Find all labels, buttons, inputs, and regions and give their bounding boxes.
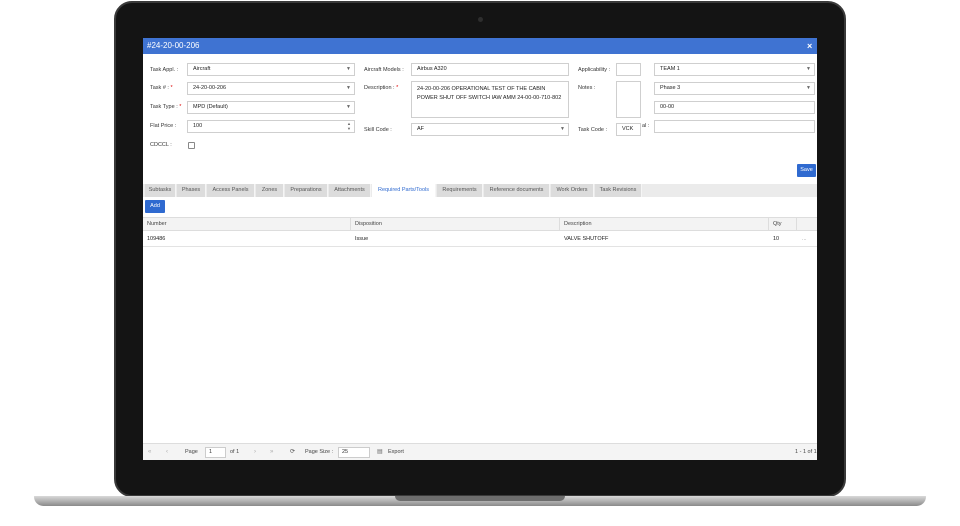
page-size-input[interactable]: 25	[338, 447, 370, 458]
task-no-label: Task # : *	[150, 85, 173, 91]
applicability-input[interactable]	[616, 63, 641, 76]
row-menu-icon[interactable]: ...	[798, 236, 807, 242]
of-pages-label: of 1	[230, 449, 240, 455]
cdccl-checkbox[interactable]	[188, 142, 195, 149]
add-button[interactable]: Add	[145, 200, 165, 213]
pager-bar: « ‹ Page 1 of 1 › » ⟳ Page Size : 25 ▤ E…	[143, 443, 817, 460]
tab-requirements[interactable]: Requirements	[437, 184, 483, 197]
team-select[interactable]: TEAM 1 ▼	[654, 63, 815, 76]
task-type-label: Task Type : *	[150, 104, 181, 110]
record-range: 1 - 1 of 1	[795, 449, 817, 455]
zone-input[interactable]: 00-00	[654, 101, 815, 114]
tab-preparations[interactable]: Preparations	[285, 184, 328, 197]
laptop-notch	[395, 496, 565, 501]
cell-disposition: Issue	[355, 236, 369, 242]
window-titlebar: #24-20-00-206 ×	[143, 38, 817, 54]
tab-work-orders[interactable]: Work Orders	[551, 184, 594, 197]
camera-dot	[478, 17, 483, 22]
cell-qty: 10	[773, 236, 780, 242]
notes-label: Notes :	[578, 85, 596, 91]
phase-select[interactable]: Phase 3 ▼	[654, 82, 815, 95]
chevron-down-icon: ▼	[806, 66, 811, 72]
first-page-icon[interactable]: «	[148, 444, 151, 460]
tab-attachments[interactable]: Attachments	[329, 184, 371, 197]
close-icon[interactable]: ×	[807, 38, 817, 54]
tab-task-revisions[interactable]: Task Revisions	[595, 184, 642, 197]
page-size-label: Page Size :	[305, 449, 334, 455]
description-label-text: Description :	[364, 85, 395, 91]
task-type-select[interactable]: MPD (Default) ▼	[187, 101, 355, 114]
row-divider	[143, 246, 817, 247]
last-page-icon[interactable]: »	[270, 444, 273, 460]
task-no-label-text: Task # :	[150, 85, 169, 91]
applicability-label: Applicability :	[578, 67, 611, 73]
prev-page-icon[interactable]: ‹	[166, 444, 168, 460]
export-link[interactable]: Export	[388, 444, 404, 460]
tab-phases[interactable]: Phases	[177, 184, 206, 197]
required-mark: *	[170, 85, 173, 91]
flat-price-label: Flat Price :	[150, 123, 177, 129]
chevron-down-icon: ▼	[346, 104, 351, 110]
required-mark: *	[179, 104, 182, 110]
task-no-value: 24-20-00-206	[193, 85, 227, 91]
aircraft-models-label: Aircraft Models :	[364, 67, 404, 73]
page-input[interactable]: 1	[205, 447, 226, 458]
task-type-value: MPD (Default)	[193, 104, 228, 110]
extra-input[interactable]	[654, 120, 815, 133]
chevron-down-icon: ▼	[346, 85, 351, 91]
skill-code-value: AF	[417, 126, 425, 132]
extra-field-label: al :	[642, 123, 650, 129]
page-label: Page	[185, 449, 198, 455]
export-icon[interactable]: ▤	[377, 444, 383, 460]
phase-value: Phase 3	[660, 85, 681, 91]
tab-required-parts-tools[interactable]: Required Parts/Tools	[372, 184, 436, 197]
flat-price-value: 100	[193, 123, 203, 129]
tab-zones[interactable]: Zones	[256, 184, 284, 197]
task-appl-label: Task Appl. :	[150, 67, 179, 73]
stepper-icon[interactable]: ▲ ▼	[347, 121, 351, 131]
skill-code-select[interactable]: AF ▼	[411, 123, 569, 136]
save-button[interactable]: Save	[797, 164, 816, 177]
tab-access-panels[interactable]: Access Panels	[207, 184, 255, 197]
cell-number: 109486	[147, 236, 166, 242]
chevron-down-icon: ▼	[346, 66, 351, 72]
description-label: Description : *	[364, 85, 398, 91]
tab-subtasks[interactable]: Subtasks	[145, 184, 176, 197]
task-type-label-text: Task Type :	[150, 104, 178, 110]
required-mark: *	[396, 85, 399, 91]
aircraft-models-input[interactable]: Airbus A320	[411, 63, 569, 76]
task-appl-value: Aircraft	[193, 66, 211, 72]
cell-description: VALVE SHUTOFF	[564, 236, 609, 242]
column-header-disposition[interactable]: Disposition	[351, 218, 560, 231]
refresh-icon[interactable]: ⟳	[290, 444, 295, 460]
chevron-down-icon: ▼	[806, 85, 811, 91]
app-screen: #24-20-00-206 × Task Appl. : Aircraft ▼ T…	[143, 38, 817, 460]
task-code-input[interactable]: VCK	[616, 123, 641, 136]
grid-header: Number Disposition Description Qty	[143, 217, 817, 231]
task-no-select[interactable]: 24-20-00-206 ▼	[187, 82, 355, 95]
tab-reference-documents[interactable]: Reference documents	[484, 184, 550, 197]
team-value: TEAM 1	[660, 66, 680, 72]
chevron-down-icon: ▼	[560, 126, 565, 132]
cdccl-label: CDCCL :	[150, 142, 172, 148]
flat-price-input[interactable]: 100 ▲ ▼	[187, 120, 355, 133]
description-textarea[interactable]: 24-20-00-206 OPERATIONAL TEST OF THE CAB…	[411, 81, 569, 118]
window-title: #24-20-00-206	[147, 41, 200, 50]
next-page-icon[interactable]: ›	[254, 444, 256, 460]
skill-code-label: Skill Code :	[364, 127, 392, 133]
column-header-number[interactable]: Number	[143, 218, 351, 231]
tab-bar: Subtasks Phases Access Panels Zones Prep…	[143, 184, 817, 197]
task-appl-select[interactable]: Aircraft ▼	[187, 63, 355, 76]
notes-textarea[interactable]	[616, 81, 641, 118]
task-code-label: Task Code :	[578, 127, 608, 133]
column-header-qty[interactable]: Qty	[769, 218, 797, 231]
column-header-description[interactable]: Description	[560, 218, 769, 231]
